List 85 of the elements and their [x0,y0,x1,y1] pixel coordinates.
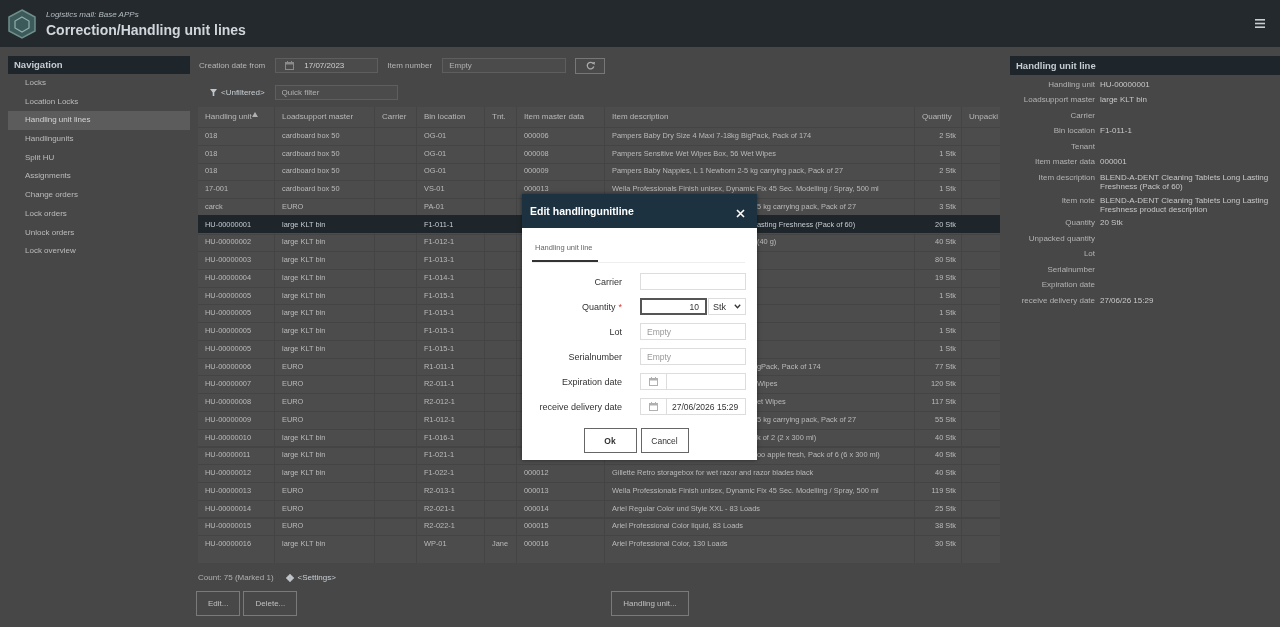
nav-item[interactable]: Handling unit lines [8,111,190,131]
nav-item[interactable]: Assignments [8,167,190,187]
field-label: receive delivery date [1020,295,1095,307]
column-header[interactable]: Quantity [915,107,962,127]
page-title: Correction/Handling unit lines [46,21,247,38]
field-label: Carrier [1069,110,1095,122]
filter-label: Item number [387,61,433,70]
column-header[interactable]: Item master data [517,107,605,127]
date-field[interactable]: 27/06/2026 15:29 [640,398,746,415]
nav-item[interactable]: Handlingunits [8,130,190,149]
app-subtitle: Logistics mall: Base APPs [46,9,140,19]
funnel-icon [210,88,217,96]
form-label: Quantity [581,301,616,312]
field-label: Handling unit [1047,79,1095,91]
calendar-icon [649,402,658,411]
dialog-title: Edit handlingunitline [530,205,634,217]
nav-item[interactable]: Split HU [8,148,190,168]
chevron-down-icon [734,304,741,309]
nav-item[interactable]: Unlock orders [8,223,190,243]
calendar-icon [285,61,295,70]
required-mark: * [618,301,622,312]
field-value: 000001 [1100,157,1128,168]
menu-icon[interactable] [1255,19,1265,28]
column-header[interactable]: Tnt. [485,107,517,127]
field-label: Item description [1037,172,1095,184]
action-button[interactable]: Edit... [196,590,241,616]
sort-icon [251,112,258,118]
input-field[interactable] [640,273,746,290]
field-label: Quantity [1064,218,1095,229]
item-number-field[interactable]: Empty [442,58,567,73]
form-label: Serialnumber [568,351,622,362]
form-label: Carrier [594,276,622,287]
field-label: Serialnumber [1046,264,1095,276]
action-button[interactable]: Delete... [243,590,298,616]
handling-unit-button[interactable]: Handling unit... [611,590,689,616]
column-header[interactable]: Carrier [375,107,417,127]
quantity-field[interactable]: 10 [640,298,707,315]
input-field[interactable]: Empty [640,348,746,365]
record-count: Count: 75 (Marked 1) [198,573,274,582]
date-field[interactable]: 17/07/2023 [275,58,379,73]
calendar-icon [649,377,658,386]
field-value: F1-011-1 [1100,126,1133,137]
form-label: receive delivery date [539,401,622,412]
field-label: Expiration date [1040,280,1095,291]
field-label: Unpacked quantity [1027,233,1095,245]
field-label: Item master data [1033,157,1095,168]
dialog-button[interactable]: Cancel [640,428,689,453]
form-label: Lot [609,326,622,337]
close-icon[interactable] [736,208,745,218]
field-value: BLEND-A-DENT Cleaning Tablets Long Lasting Freshness product description [1100,195,1270,214]
field-label: Bin location [1052,126,1095,137]
nav-item[interactable]: Location Locks [8,92,190,112]
field-label: Loadsupport master [1022,95,1095,106]
column-header[interactable]: Bin location [417,107,485,127]
settings-link[interactable]: <Settings> [285,573,336,582]
field-label: Item note [1060,195,1095,207]
form-label: Expiration date [561,376,622,387]
column-header[interactable]: Unpacki [962,107,1000,127]
unit-select[interactable]: Stk [708,298,746,315]
field-label: Tenant [1069,141,1095,153]
refresh-button[interactable] [575,57,606,74]
field-value: large KLT bin [1100,95,1148,106]
nav-item[interactable]: Lock orders [8,204,190,224]
dialog-button[interactable]: Ok [583,428,637,453]
nav-item[interactable]: Lock overview [8,242,190,261]
quick-filter-field[interactable]: Quick filter [274,84,398,100]
table-cell [962,215,1000,233]
field-value: 20 Stk [1100,218,1124,229]
refresh-icon [585,61,595,70]
filter-dropdown[interactable]: <Unfiltered> [210,87,265,97]
column-header[interactable]: Item description [605,107,915,127]
field-value: BLEND-A-DENT Cleaning Tablets Long Lasting Freshness (Pack of 60) [1100,172,1270,191]
panel-header: Handling unit line [1010,56,1280,75]
nav-item[interactable]: Change orders [8,186,190,205]
hexagon-logo-icon [8,8,36,39]
column-header[interactable]: Loadsupport master [275,107,375,127]
column-header[interactable]: Handling unit [198,107,275,127]
navigation-header: Navigation [8,56,190,74]
input-field[interactable]: Empty [640,323,746,340]
filter-label: Creation date from [199,61,266,70]
field-value: 27/06/26 15:29 [1100,295,1155,307]
field-value: HU-00000001 [1100,79,1151,91]
nav-item[interactable]: Locks [8,74,190,93]
field-label: Lot [1082,249,1095,260]
date-field[interactable] [640,373,746,390]
